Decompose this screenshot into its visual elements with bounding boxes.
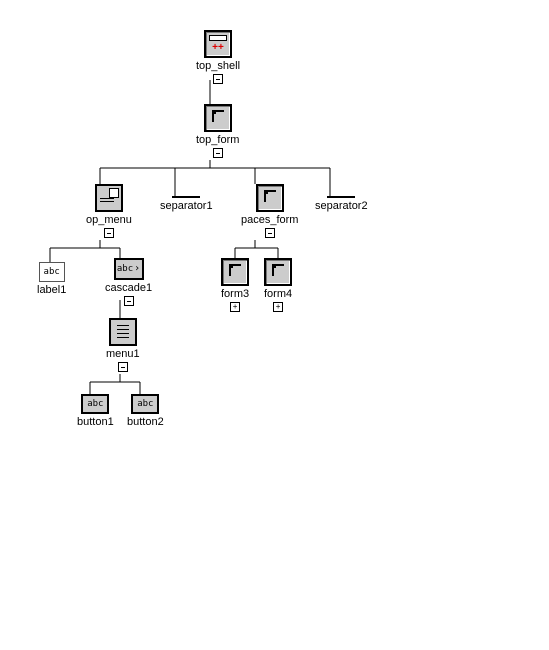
- node-label: top_shell: [196, 60, 240, 72]
- widget-tree-diagram: top_shell top_form op_menu separator1 pa…: [0, 0, 549, 650]
- node-label: paces_form: [241, 214, 298, 226]
- expand-toggle[interactable]: [273, 302, 283, 312]
- option-menu-icon: [95, 184, 123, 212]
- expand-toggle[interactable]: [124, 296, 134, 306]
- node-button1[interactable]: abc button1: [77, 394, 114, 428]
- node-label: form3: [221, 288, 249, 300]
- node-button2[interactable]: abc button2: [127, 394, 164, 428]
- cascade-icon: abc: [114, 258, 144, 280]
- node-label: cascade1: [105, 282, 152, 294]
- node-cascade1[interactable]: abc cascade1: [105, 258, 152, 306]
- form-icon: [204, 104, 232, 132]
- node-paces-form[interactable]: paces_form: [241, 184, 298, 238]
- node-label: menu1: [106, 348, 140, 360]
- node-label1[interactable]: abc label1: [37, 262, 66, 296]
- form-icon: [221, 258, 249, 286]
- form-icon: [256, 184, 284, 212]
- button-icon: abc: [81, 394, 109, 414]
- node-label: separator1: [160, 200, 213, 212]
- expand-toggle[interactable]: [213, 74, 223, 84]
- node-menu1[interactable]: menu1: [106, 318, 140, 372]
- separator-icon: [172, 196, 200, 198]
- shell-icon: [204, 30, 232, 58]
- node-op-menu[interactable]: op_menu: [86, 184, 132, 238]
- node-top-shell[interactable]: top_shell: [196, 30, 240, 84]
- node-label: top_form: [196, 134, 239, 146]
- label-icon: abc: [39, 262, 65, 282]
- expand-toggle[interactable]: [118, 362, 128, 372]
- node-separator2[interactable]: separator2: [315, 196, 368, 212]
- button-icon: abc: [131, 394, 159, 414]
- expand-toggle[interactable]: [213, 148, 223, 158]
- node-label: button1: [77, 416, 114, 428]
- expand-toggle[interactable]: [104, 228, 114, 238]
- node-label: label1: [37, 284, 66, 296]
- menu-icon: [109, 318, 137, 346]
- node-separator1[interactable]: separator1: [160, 196, 213, 212]
- node-label: form4: [264, 288, 292, 300]
- node-form3[interactable]: form3: [221, 258, 249, 312]
- connector-lines: [0, 0, 549, 650]
- form-icon: [264, 258, 292, 286]
- expand-toggle[interactable]: [265, 228, 275, 238]
- node-label: op_menu: [86, 214, 132, 226]
- node-form4[interactable]: form4: [264, 258, 292, 312]
- expand-toggle[interactable]: [230, 302, 240, 312]
- node-label: button2: [127, 416, 164, 428]
- node-label: separator2: [315, 200, 368, 212]
- separator-icon: [327, 196, 355, 198]
- node-top-form[interactable]: top_form: [196, 104, 239, 158]
